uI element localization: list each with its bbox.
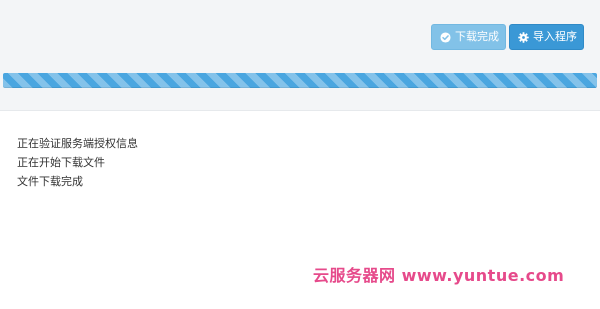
import-program-label: 导入程序: [533, 30, 577, 43]
watermark: 云服务器网 www.yuntue.com: [313, 266, 565, 285]
import-program-button[interactable]: 导入程序: [509, 24, 584, 50]
download-complete-button[interactable]: 下载完成: [431, 24, 506, 50]
check-circle-icon: [440, 31, 451, 43]
log-line: 文件下载完成: [17, 175, 83, 188]
status-log: 正在验证服务端授权信息 正在开始下载文件 文件下载完成: [17, 134, 138, 191]
page: 下载完成 导入程序 正在验证服务端授权信息 正在开始下载文件 文件下载完成 云服…: [0, 0, 600, 309]
log-line: 正在验证服务端授权信息: [17, 137, 138, 150]
progress-fill: [3, 73, 597, 88]
download-progress-bar: [3, 73, 597, 88]
log-line: 正在开始下载文件: [17, 156, 105, 169]
download-complete-label: 下载完成: [455, 30, 499, 43]
gear-icon: [518, 31, 529, 43]
toolbar-panel: 下载完成 导入程序: [0, 0, 600, 111]
